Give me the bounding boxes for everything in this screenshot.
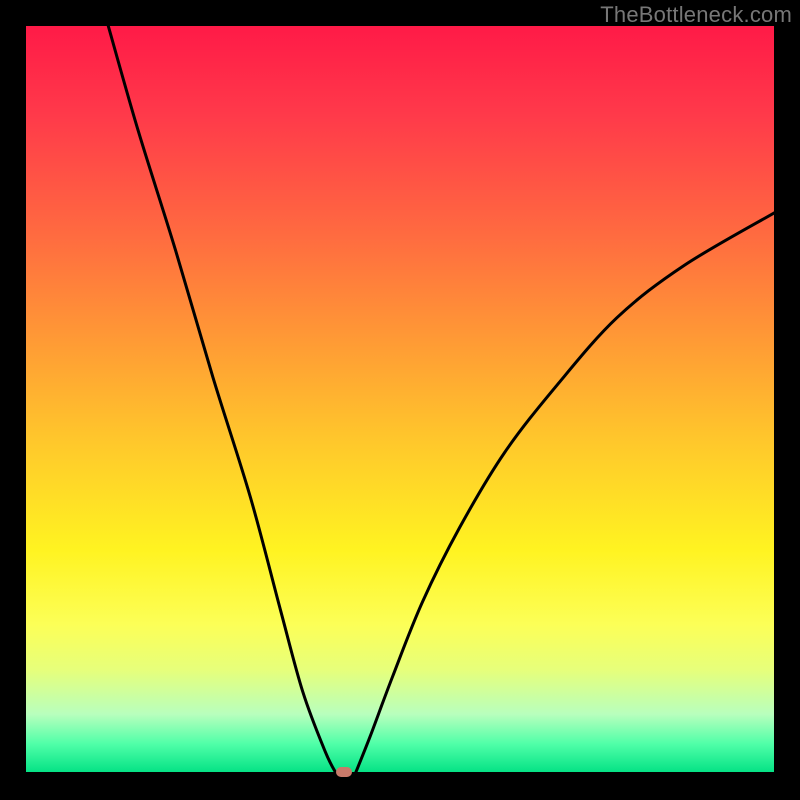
bottleneck-curve <box>26 26 774 774</box>
plot-area <box>26 26 774 774</box>
attribution-text: TheBottleneck.com <box>600 2 792 28</box>
curve-left-branch <box>108 26 336 774</box>
plot-bottom-edge <box>26 772 774 777</box>
minimum-marker <box>336 767 352 777</box>
curve-right-branch <box>355 213 774 774</box>
